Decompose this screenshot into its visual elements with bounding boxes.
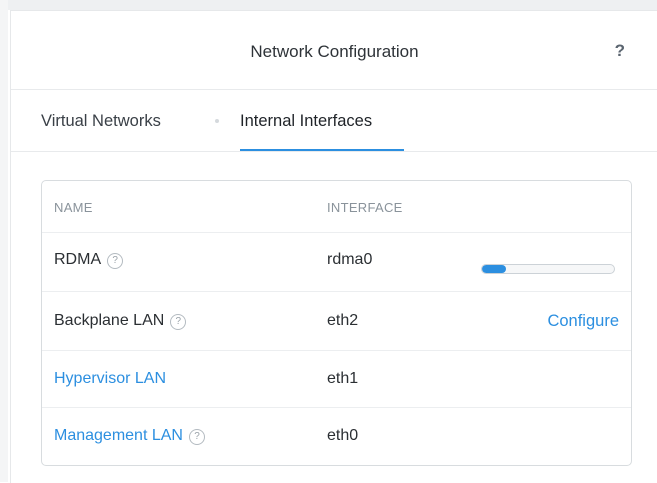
- row-interface: eth1: [327, 370, 359, 387]
- column-header-interface: INTERFACE: [327, 200, 403, 215]
- interfaces-table: NAME INTERFACE RDMA? rdma0 Backplane LAN…: [41, 180, 632, 466]
- row-name-cell: Backplane LAN?: [54, 312, 187, 330]
- progress-bar-fill: [482, 265, 506, 273]
- configure-link[interactable]: Configure: [547, 312, 619, 331]
- row-interface: eth0: [327, 427, 359, 444]
- tab-internal-interfaces[interactable]: Internal Interfaces: [240, 112, 404, 151]
- table-row: Hypervisor LAN eth1: [42, 351, 631, 408]
- row-name: Backplane LAN: [54, 312, 165, 329]
- question-circle-icon[interactable]: ?: [170, 314, 187, 330]
- question-circle-icon[interactable]: ?: [107, 253, 124, 269]
- progress-bar: [481, 264, 615, 274]
- column-header-name: NAME: [54, 200, 93, 215]
- help-icon[interactable]: ?: [615, 41, 625, 61]
- table-row: RDMA? rdma0: [42, 233, 631, 292]
- row-interface: eth2: [327, 312, 359, 329]
- panel-header: Network Configuration ?: [11, 11, 657, 90]
- tab-bar: Virtual Networks Internal Interfaces: [11, 90, 657, 152]
- tab-virtual-networks[interactable]: Virtual Networks: [41, 112, 161, 151]
- row-name: RDMA: [54, 251, 102, 268]
- table-row: Backplane LAN? eth2 Configure: [42, 292, 631, 351]
- table-row: Management LAN? eth0: [42, 408, 631, 465]
- outer-background-top: [0, 0, 657, 10]
- question-circle-icon[interactable]: ?: [188, 429, 205, 445]
- outer-background-left: [0, 0, 8, 482]
- row-name-cell: Management LAN?: [54, 427, 205, 445]
- tab-separator: [215, 119, 219, 123]
- hypervisor-lan-link[interactable]: Hypervisor LAN: [54, 370, 166, 388]
- page-title: Network Configuration: [250, 42, 419, 61]
- table-header-row: NAME INTERFACE: [42, 181, 631, 233]
- row-interface: rdma0: [327, 251, 373, 268]
- network-configuration-panel: Network Configuration ? Virtual Networks…: [10, 10, 657, 483]
- row-name-cell: RDMA?: [54, 251, 124, 269]
- management-lan-link[interactable]: Management LAN: [54, 427, 183, 444]
